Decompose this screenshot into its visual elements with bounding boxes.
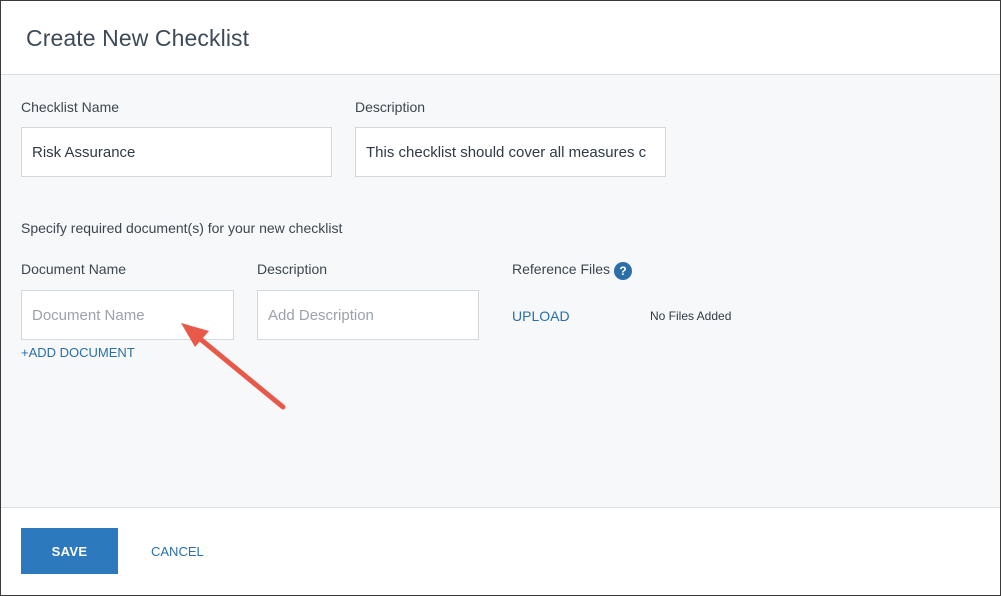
document-description-label: Description [257, 261, 328, 277]
document-name-label: Document Name [21, 261, 127, 277]
reference-files-label: Reference Files [512, 261, 611, 277]
checklist-description-label: Description [355, 99, 426, 115]
checklist-name-input[interactable] [21, 127, 332, 177]
checklist-name-label: Checklist Name [21, 99, 120, 115]
no-files-text: No Files Added [650, 309, 732, 323]
document-description-input[interactable] [257, 290, 479, 340]
dialog-title: Create New Checklist [26, 25, 250, 51]
cancel-button[interactable]: CANCEL [151, 544, 204, 559]
dialog-header: Create New Checklist [1, 1, 1000, 75]
upload-link[interactable]: UPLOAD [512, 308, 570, 324]
document-name-input[interactable] [21, 290, 234, 340]
documents-instructions: Specify required document(s) for your ne… [21, 220, 343, 236]
dialog-footer: SAVE CANCEL [1, 508, 1000, 595]
question-circle-icon[interactable]: ? [614, 262, 632, 280]
add-document-link[interactable]: +ADD DOCUMENT [21, 345, 135, 360]
checklist-description-input[interactable] [355, 127, 666, 177]
dialog-body: Checklist Name Description Specify requi… [1, 75, 1000, 508]
create-checklist-dialog: Create New Checklist Checklist Name Desc… [0, 0, 1001, 596]
save-button[interactable]: SAVE [21, 528, 118, 574]
